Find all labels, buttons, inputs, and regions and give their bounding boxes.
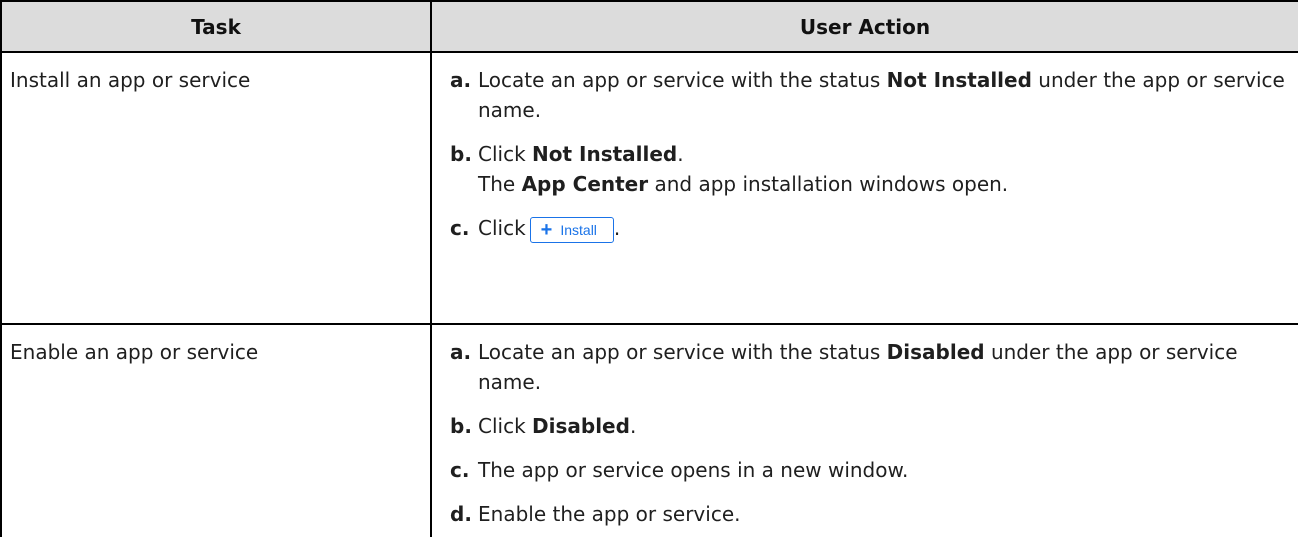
text-segment: . — [613, 216, 621, 240]
list-item: c. The app or service opens in a new win… — [450, 455, 1290, 485]
header-row: Task User Action — [0, 0, 1298, 53]
table-row: Install an app or service a. Locate an a… — [0, 51, 1298, 325]
step-text: Enable the app or service. — [478, 502, 741, 526]
list-item: b. Click Not Installed. The App Center an… — [450, 139, 1290, 199]
text-segment: Locate an app or service with the status — [478, 340, 887, 364]
step-letter: b. — [450, 142, 472, 166]
header-task: Task — [0, 0, 432, 53]
text-segment: . — [629, 414, 637, 438]
action-cell: a. Locate an app or service with the sta… — [430, 51, 1298, 325]
list-item: a. Locate an app or service with the sta… — [450, 65, 1290, 125]
task-name: Enable an app or service — [10, 340, 259, 364]
step-text: Click + Install. — [478, 213, 1290, 243]
step-list: a. Locate an app or service with the sta… — [432, 325, 1298, 529]
list-item: b. Click Disabled. — [450, 411, 1290, 441]
text-segment: Click — [478, 142, 533, 166]
text-segment: The — [478, 172, 522, 196]
task-name: Install an app or service — [10, 68, 251, 92]
bold-segment: Not Installed — [886, 68, 1032, 92]
list-item: d. Enable the app or service. — [450, 499, 1290, 529]
bold-segment: App Center — [521, 172, 649, 196]
step-text: Click Not Installed. The App Center and a… — [478, 139, 1290, 199]
list-item: a. Locate an app or service with the sta… — [450, 337, 1290, 397]
step-letter: c. — [450, 216, 470, 240]
step-letter: a. — [450, 68, 472, 92]
step-text: Locate an app or service with the status… — [478, 337, 1290, 397]
step-letter: b. — [450, 414, 472, 438]
step-letter: d. — [450, 502, 472, 526]
plus-icon: + — [540, 218, 553, 241]
bold-segment: Not Installed — [532, 142, 678, 166]
step-list: a. Locate an app or service with the sta… — [432, 53, 1298, 243]
text-segment: . — [677, 142, 684, 166]
install-button-label: Install — [560, 221, 597, 238]
step-letter: a. — [450, 340, 472, 364]
step-text: Click Disabled. — [478, 411, 1290, 441]
list-item: c. Click + Install. — [450, 213, 1290, 243]
table-row: Enable an app or service a. Locate an ap… — [0, 323, 1298, 537]
task-cell: Install an app or service — [0, 51, 432, 325]
step-text: Locate an app or service with the status… — [478, 65, 1290, 125]
action-cell: a. Locate an app or service with the sta… — [430, 323, 1298, 537]
text-segment: and app installation windows open. — [648, 172, 1009, 196]
text-segment: Locate an app or service with the status — [478, 68, 887, 92]
text-segment: Click — [478, 414, 533, 438]
text-segment: Click — [478, 216, 526, 240]
step-letter: c. — [450, 458, 470, 482]
bold-segment: Disabled — [532, 414, 630, 438]
step-text: The app or service opens in a new window… — [478, 458, 909, 482]
task-table: Task User Action Install an app or servi… — [0, 0, 1298, 537]
header-user-action: User Action — [430, 0, 1298, 53]
bold-segment: Disabled — [886, 340, 985, 364]
task-cell: Enable an app or service — [0, 323, 432, 537]
install-button[interactable]: + Install — [529, 216, 614, 243]
